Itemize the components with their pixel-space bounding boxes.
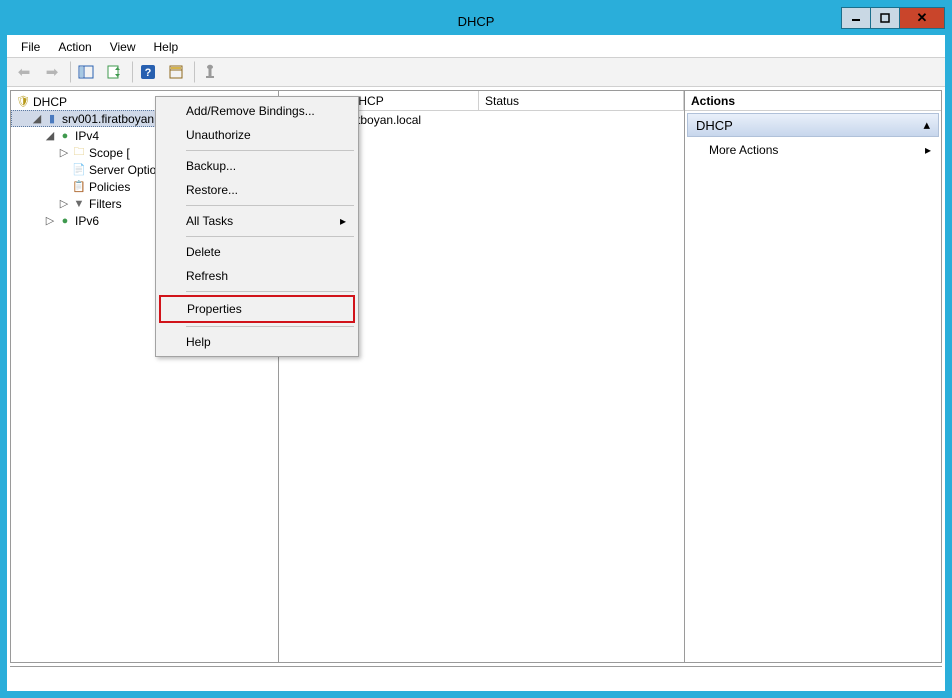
policies-icon: 📋: [71, 179, 87, 195]
actions-pane: Actions DHCP ▴ More Actions ▸: [685, 91, 941, 662]
filter-icon: ▼: [71, 196, 87, 212]
tree-label: Policies: [89, 180, 130, 194]
cm-add-remove-bindings[interactable]: Add/Remove Bindings...: [158, 99, 356, 123]
toolbar-separator: [191, 61, 195, 83]
submenu-arrow-icon: ▸: [340, 214, 346, 228]
titlebar: DHCP ✕: [7, 7, 945, 35]
cm-properties-highlight: Properties: [159, 295, 355, 323]
cm-separator: [186, 291, 354, 292]
cm-separator: [186, 236, 354, 237]
tree-label: DHCP: [33, 95, 67, 109]
tree-label: IPv6: [75, 214, 99, 228]
minimize-button[interactable]: [841, 7, 871, 29]
tree-label: Scope [: [89, 146, 130, 160]
nav-back-button: ⬅: [11, 60, 37, 84]
folder-icon: 🗀: [71, 145, 87, 161]
tree-label: Filters: [89, 197, 122, 211]
context-menu: Add/Remove Bindings... Unauthorize Backu…: [155, 96, 359, 357]
cm-separator: [186, 326, 354, 327]
ipv6-icon: ●: [57, 213, 73, 229]
window-title: DHCP: [458, 14, 495, 29]
nav-forward-button: ➡: [39, 60, 65, 84]
menu-action[interactable]: Action: [50, 38, 99, 56]
properties-button[interactable]: [163, 60, 189, 84]
menu-view[interactable]: View: [102, 38, 144, 56]
expand-icon[interactable]: ▷: [57, 146, 71, 159]
cm-label: Properties: [187, 302, 242, 316]
toolbar: ⬅ ➡ ?: [7, 57, 945, 87]
cm-properties[interactable]: Properties: [161, 297, 353, 321]
cm-label: Restore...: [186, 183, 238, 197]
export-list-button[interactable]: [101, 60, 127, 84]
show-hide-tree-button[interactable]: [73, 60, 99, 84]
cm-delete[interactable]: Delete: [158, 240, 356, 264]
cm-separator: [186, 205, 354, 206]
svg-text:?: ?: [145, 67, 152, 79]
collapse-icon[interactable]: ◢: [30, 112, 44, 125]
server-icon: ▮: [44, 111, 60, 127]
main-body: 🛡 DHCP ◢ ▮ srv001.firatboyan.local ◢ ● I…: [10, 90, 942, 663]
toolbar-separator: [67, 61, 71, 83]
cm-unauthorize[interactable]: Unauthorize: [158, 123, 356, 147]
cm-label: Add/Remove Bindings...: [186, 104, 315, 118]
dhcp-icon: 🛡: [15, 94, 31, 110]
cm-label: Refresh: [186, 269, 228, 283]
expand-icon[interactable]: ▷: [43, 214, 57, 227]
ipv4-icon: ●: [57, 128, 73, 144]
menu-help[interactable]: Help: [146, 38, 187, 56]
cm-label: Help: [186, 335, 211, 349]
manage-authorized-servers-button[interactable]: [197, 60, 223, 84]
window-controls: ✕: [841, 7, 945, 29]
actions-section-label: DHCP: [696, 118, 733, 133]
column-status[interactable]: Status: [479, 91, 684, 110]
server-options-icon: 📄: [71, 162, 87, 178]
cm-label: Backup...: [186, 159, 236, 173]
cm-backup[interactable]: Backup...: [158, 154, 356, 178]
tree-label: IPv4: [75, 129, 99, 143]
close-button[interactable]: ✕: [899, 7, 945, 29]
toolbar-separator: [129, 61, 133, 83]
maximize-button[interactable]: [870, 7, 900, 29]
actions-section-header[interactable]: DHCP ▴: [687, 113, 939, 137]
cm-label: Delete: [186, 245, 221, 259]
statusbar: [10, 666, 942, 688]
help-button[interactable]: ?: [135, 60, 161, 84]
dhcp-mmc-window: DHCP ✕ File Action View Help ⬅ ➡ ?: [6, 6, 946, 692]
action-more-actions[interactable]: More Actions ▸: [685, 139, 941, 161]
action-label: More Actions: [709, 143, 778, 157]
cm-restore[interactable]: Restore...: [158, 178, 356, 202]
cm-label: All Tasks: [186, 214, 233, 228]
actions-pane-title: Actions: [685, 91, 941, 111]
cm-help[interactable]: Help: [158, 330, 356, 354]
submenu-arrow-icon: ▸: [925, 143, 931, 157]
menubar: File Action View Help: [7, 35, 945, 57]
cm-separator: [186, 150, 354, 151]
cm-label: Unauthorize: [186, 128, 251, 142]
expand-icon[interactable]: ▷: [57, 197, 71, 210]
cm-all-tasks[interactable]: All Tasks ▸: [158, 209, 356, 233]
collapse-icon[interactable]: ◢: [43, 129, 57, 142]
actions-pane-body: DHCP ▴ More Actions ▸: [685, 111, 941, 662]
cm-refresh[interactable]: Refresh: [158, 264, 356, 288]
menu-file[interactable]: File: [13, 38, 48, 56]
collapse-icon: ▴: [923, 117, 930, 133]
